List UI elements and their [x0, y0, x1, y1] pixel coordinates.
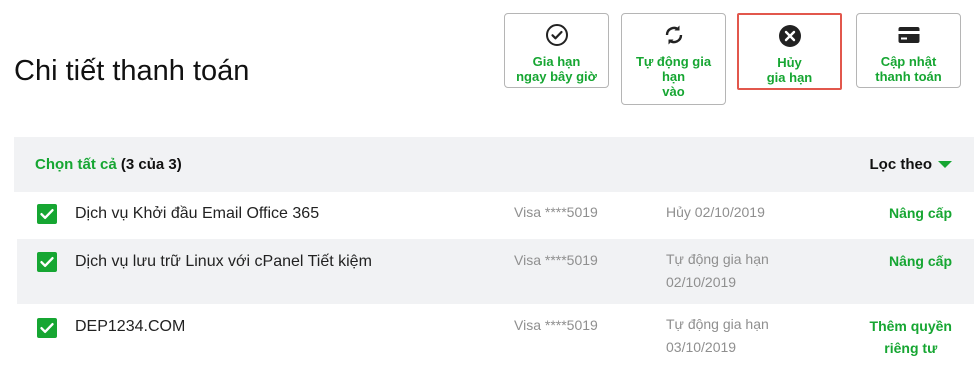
- row-checkbox[interactable]: [37, 204, 57, 224]
- table-row: DEP1234.COM Visa ****5019 Tự động gia hạ…: [17, 304, 974, 374]
- table-row: Dịch vụ Khởi đầu Email Office 365 Visa *…: [17, 192, 974, 239]
- update-payment-label: Cập nhật thanh toán: [875, 54, 942, 84]
- update-payment-button[interactable]: Cập nhật thanh toán: [856, 13, 961, 88]
- refresh-icon: [622, 23, 725, 49]
- checkmark-icon: [40, 257, 54, 267]
- service-name: Dịch vụ Khởi đầu Email Office 365: [75, 205, 320, 222]
- page-title: Chi tiết thanh toán: [14, 55, 250, 88]
- filter-dropdown[interactable]: Lọc theo: [869, 156, 952, 173]
- renew-now-label: Gia hạn ngay bây giờ: [516, 54, 597, 84]
- upgrade-link[interactable]: Nâng cấp: [889, 202, 952, 224]
- filter-label: Lọc theo: [869, 156, 933, 173]
- renewal-status: Hủy 02/10/2019: [666, 204, 765, 220]
- payment-card: Visa ****5019: [514, 252, 598, 268]
- auto-renew-button[interactable]: Tự động gia hạn vào: [621, 13, 726, 105]
- select-all: Chọn tất cả (3 của 3): [35, 156, 182, 173]
- checkmark-icon: [40, 323, 54, 333]
- cancel-renewal-label: Hủy gia hạn: [766, 55, 813, 85]
- row-checkbox[interactable]: [37, 318, 57, 338]
- row-checkbox[interactable]: [37, 252, 57, 272]
- check-circle-icon: [505, 23, 608, 49]
- credit-card-icon: [857, 23, 960, 49]
- renewal-status: Tự động gia hạn 02/10/2019: [666, 251, 769, 290]
- payment-card: Visa ****5019: [514, 317, 598, 333]
- renewal-status: Tự động gia hạn 03/10/2019: [666, 316, 769, 355]
- cancel-circle-icon: [739, 24, 840, 50]
- select-all-link[interactable]: Chọn tất cả: [35, 156, 117, 173]
- cancel-renewal-button[interactable]: Hủy gia hạn: [737, 13, 842, 90]
- payment-card: Visa ****5019: [514, 204, 598, 220]
- add-privacy-link[interactable]: Thêm quyền riêng tư: [870, 315, 952, 359]
- auto-renew-label: Tự động gia hạn vào: [635, 54, 712, 99]
- service-name: Dịch vụ lưu trữ Linux với cPanel Tiết ki…: [75, 253, 372, 270]
- upgrade-link[interactable]: Nâng cấp: [889, 250, 952, 272]
- service-name: DEP1234.COM: [75, 318, 186, 335]
- select-count: (3 của 3): [120, 156, 182, 173]
- renew-now-button[interactable]: Gia hạn ngay bây giờ: [504, 13, 609, 88]
- table-row: Dịch vụ lưu trữ Linux với cPanel Tiết ki…: [17, 239, 974, 304]
- table-header: Chọn tất cả (3 của 3) Lọc theo: [14, 137, 974, 192]
- caret-down-icon: [938, 160, 952, 168]
- checkmark-icon: [40, 209, 54, 219]
